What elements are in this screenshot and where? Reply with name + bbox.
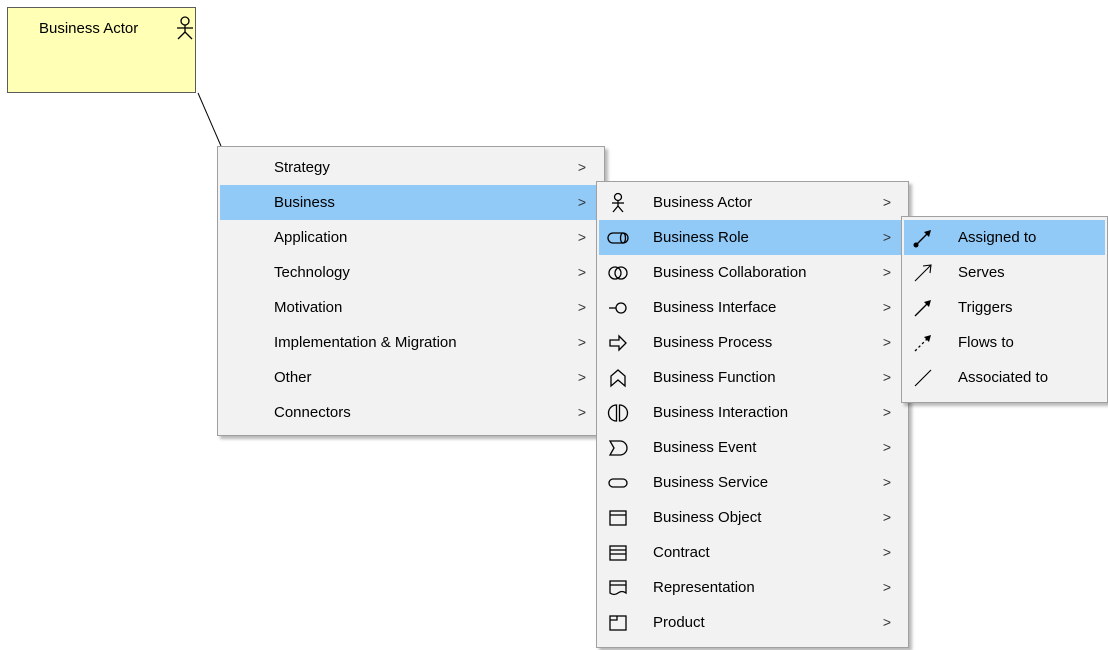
menu-item-label: Contract	[653, 544, 710, 561]
menu-item-label: Other	[274, 369, 312, 386]
menu-item-product[interactable]: Product >	[599, 605, 906, 640]
menu-item-label: Connectors	[274, 404, 351, 421]
menu-item-business[interactable]: Business >	[220, 185, 602, 220]
menu-item-business-actor[interactable]: Business Actor >	[599, 185, 906, 220]
menu-item-business-service[interactable]: Business Service >	[599, 465, 906, 500]
representation-icon	[607, 577, 629, 599]
chevron-right-icon: >	[882, 194, 892, 210]
menu-item-label: Serves	[958, 264, 1005, 281]
menu-item-label: Business Process	[653, 334, 773, 351]
menu-item-business-process[interactable]: Business Process >	[599, 325, 906, 360]
menu-item-associated-to[interactable]: Associated to	[904, 360, 1105, 395]
menu-item-label: Business Actor	[653, 194, 753, 211]
business-actor-icon	[607, 192, 629, 214]
menu-item-business-interaction[interactable]: Business Interaction >	[599, 395, 906, 430]
flow-arrow-icon	[912, 332, 934, 354]
menu-item-label: Business Interface	[653, 299, 777, 316]
menu-item-label: Implementation & Migration	[274, 334, 457, 351]
chevron-right-icon: >	[882, 544, 892, 560]
menu-item-contract[interactable]: Contract >	[599, 535, 906, 570]
menu-item-business-event[interactable]: Business Event >	[599, 430, 906, 465]
chevron-right-icon: >	[577, 264, 587, 280]
chevron-right-icon: >	[882, 614, 892, 630]
chevron-right-icon: >	[577, 369, 587, 385]
contract-icon	[607, 542, 629, 564]
menu-item-label: Assigned to	[958, 229, 1037, 246]
menu-item-label: Associated to	[958, 369, 1049, 386]
menu-item-label: Strategy	[274, 159, 330, 176]
menu-item-business-collaboration[interactable]: Business Collaboration >	[599, 255, 906, 290]
menu-item-strategy[interactable]: Strategy >	[220, 150, 602, 185]
menu-item-label: Business Object	[653, 509, 762, 526]
chevron-right-icon: >	[882, 404, 892, 420]
business-role-icon	[607, 227, 629, 249]
chevron-right-icon: >	[577, 404, 587, 420]
chevron-right-icon: >	[577, 229, 587, 245]
business-interaction-icon	[607, 402, 629, 424]
chevron-right-icon: >	[882, 334, 892, 350]
chevron-right-icon: >	[882, 264, 892, 280]
menu-item-flows-to[interactable]: Flows to	[904, 325, 1105, 360]
chevron-right-icon: >	[882, 474, 892, 490]
business-collaboration-icon	[607, 262, 629, 284]
menu-item-implementation-migration[interactable]: Implementation & Migration >	[220, 325, 602, 360]
association-line-icon	[912, 367, 934, 389]
menu-item-technology[interactable]: Technology >	[220, 255, 602, 290]
menu-item-label: Flows to	[958, 334, 1014, 351]
chevron-right-icon: >	[882, 579, 892, 595]
chevron-right-icon: >	[882, 299, 892, 315]
menu-item-other[interactable]: Other >	[220, 360, 602, 395]
menu-item-label: Business Interaction	[653, 404, 789, 421]
business-process-icon	[607, 332, 629, 354]
business-service-icon	[607, 472, 629, 494]
chevron-right-icon: >	[577, 159, 587, 175]
menu-item-label: Product	[653, 614, 705, 631]
menu-item-label: Triggers	[958, 299, 1013, 316]
menu-item-label: Technology	[274, 264, 350, 281]
menu-item-assigned-to[interactable]: Assigned to	[904, 220, 1105, 255]
menu-item-label: Business Function	[653, 369, 776, 386]
menu-item-label: Representation	[653, 579, 755, 596]
menu-item-business-role[interactable]: Business Role >	[599, 220, 906, 255]
menu-item-application[interactable]: Application >	[220, 220, 602, 255]
menu-item-business-object[interactable]: Business Object >	[599, 500, 906, 535]
chevron-right-icon: >	[882, 509, 892, 525]
business-interface-icon	[607, 297, 629, 319]
context-menu-relations: Assigned to Serves Triggers Flows to Ass…	[901, 216, 1108, 403]
menu-item-label: Motivation	[274, 299, 343, 316]
serving-arrow-icon	[912, 262, 934, 284]
menu-item-business-interface[interactable]: Business Interface >	[599, 290, 906, 325]
chevron-right-icon: >	[577, 194, 587, 210]
menu-item-serves[interactable]: Serves	[904, 255, 1105, 290]
business-function-icon	[607, 367, 629, 389]
product-icon	[607, 612, 629, 634]
menu-item-label: Business	[274, 194, 335, 211]
chevron-right-icon: >	[882, 369, 892, 385]
menu-item-label: Application	[274, 229, 348, 246]
business-object-icon	[607, 507, 629, 529]
menu-item-connectors[interactable]: Connectors >	[220, 395, 602, 430]
menu-item-motivation[interactable]: Motivation >	[220, 290, 602, 325]
connection-line	[197, 92, 222, 147]
business-event-icon	[607, 437, 629, 459]
menu-item-label: Business Role	[653, 229, 749, 246]
menu-item-label: Business Service	[653, 474, 769, 491]
context-menu-business: Business Actor > Business Role > Busines…	[596, 181, 909, 648]
assignment-arrow-icon	[912, 227, 934, 249]
menu-item-business-function[interactable]: Business Function >	[599, 360, 906, 395]
triggering-arrow-icon	[912, 297, 934, 319]
chevron-right-icon: >	[577, 334, 587, 350]
menu-item-label: Business Collaboration	[653, 264, 807, 281]
menu-item-label: Business Event	[653, 439, 757, 456]
chevron-right-icon: >	[882, 439, 892, 455]
chevron-right-icon: >	[577, 299, 587, 315]
context-menu-main: Strategy > Business > Application > Tech…	[217, 146, 605, 436]
menu-item-triggers[interactable]: Triggers	[904, 290, 1105, 325]
chevron-right-icon: >	[882, 229, 892, 245]
menu-item-representation[interactable]: Representation >	[599, 570, 906, 605]
